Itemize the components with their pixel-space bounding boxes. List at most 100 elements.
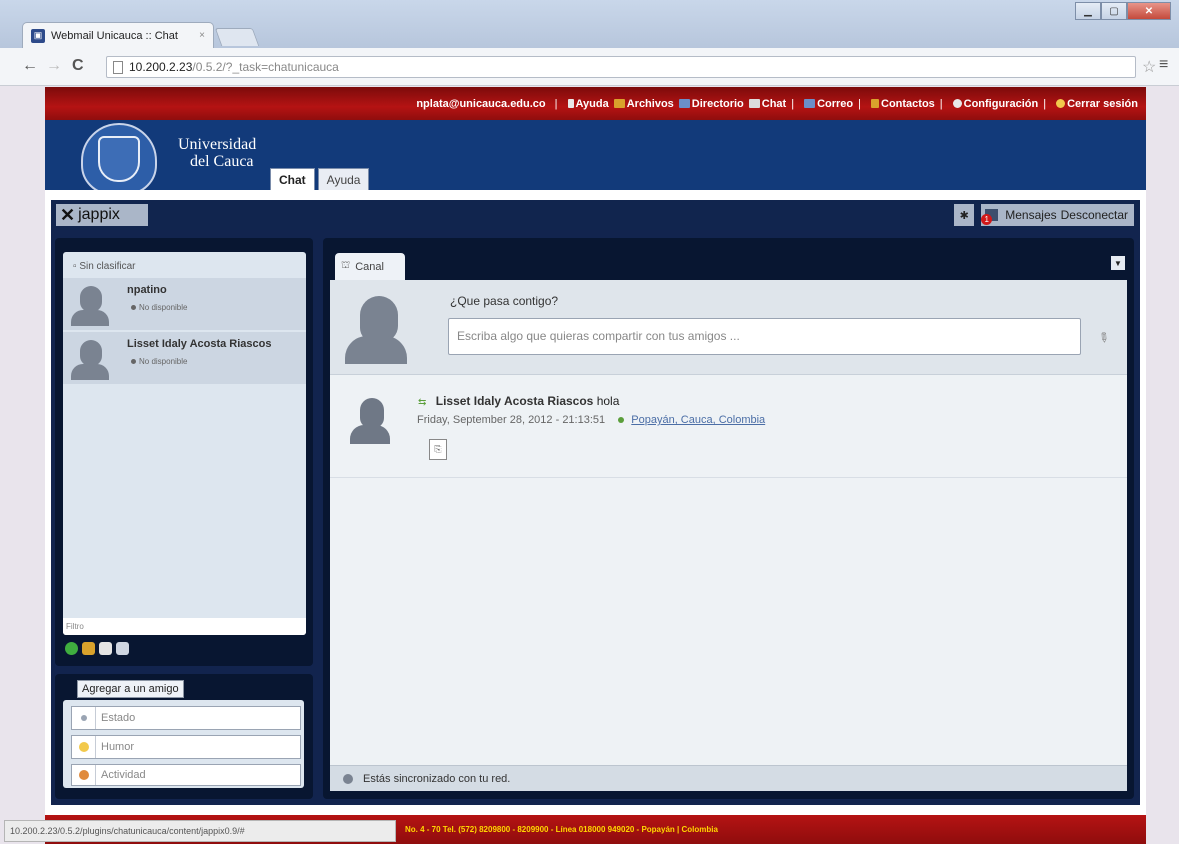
buddy-name: Lisset Idaly Acosta Riascos [127,338,272,350]
minimize-icon[interactable]: ▁ [1075,2,1101,20]
bookmark-star-icon[interactable]: ☆ [1142,57,1156,77]
tab-chat[interactable]: Chat [270,168,315,190]
presence-panel: Estado Humor Actividad Agregar a un amig… [55,674,313,799]
jappix-logo: ✕ jappix [56,204,148,226]
tab-close-icon[interactable]: × [199,30,205,41]
tag-icon[interactable] [116,642,129,655]
address-bar[interactable]: 10.200.2.23/0.5.2/?_task=chatunicauca [106,56,1136,78]
avatar [350,398,390,444]
buddy-item[interactable]: Lisset Idaly Acosta Riascos No disponibl… [63,332,306,384]
browser-status-url: 10.200.2.23/0.5.2/plugins/chatunicauca/c… [4,820,396,842]
messages-button[interactable]: Mensajes [1005,208,1056,222]
status-dot-icon [131,305,136,310]
channel-icon: ⛫ [341,260,351,271]
jappix-x-icon: ✕ [60,204,76,225]
browser-tab[interactable]: ▣ Webmail Unicauca :: Chat × [22,22,214,48]
compose-question: ¿Que pasa contigo? [450,294,559,308]
buddy-status: No disponible [131,303,187,312]
top-menu-bar: nplata@unicauca.edu.co | Ayuda Archivos … [45,87,1146,120]
mail-icon [804,99,816,108]
close-window-icon[interactable]: ✕ [1127,2,1171,20]
header-divider [45,190,1146,200]
roster-group-label[interactable]: ▫ Sin clasificar [73,261,135,272]
tab-canal[interactable]: ⛫ Canal [335,253,405,280]
roster-actions [65,642,133,655]
compose-area: ¿Que pasa contigo? Escriba algo que quie… [330,280,1127,375]
presence-fields: Estado Humor Actividad [63,700,304,788]
location-icon [618,417,625,423]
menu-chat[interactable]: Chat [762,98,786,110]
add-friend-tooltip: Agregar a un amigo [77,680,184,698]
jappix-actions: 1 Mensajes Desconectar [981,204,1134,226]
page-icon [113,60,123,74]
disconnect-button[interactable]: Desconectar [1061,208,1128,222]
post-location-link[interactable]: Popayán, Cauca, Colombia [631,414,765,426]
new-tab-button[interactable] [214,28,260,46]
compose-input[interactable]: Escriba algo que quieras compartir con t… [448,318,1081,355]
channel-panel: ⛫ Canal ▼ ¿Que pasa contigo? Escriba alg… [323,238,1134,799]
favicon-icon: ▣ [31,28,45,43]
header-tabs: Chat Ayuda [270,168,372,190]
webmail-page: nplata@unicauca.edu.co | Ayuda Archivos … [45,87,1146,805]
menu-cerrar-sesion[interactable]: Cerrar sesión [1067,98,1138,110]
unread-badge: 1 [981,214,993,225]
mood-field[interactable]: Humor [71,735,301,759]
back-arrow-icon[interactable]: ← [22,57,38,75]
add-friend-icon[interactable] [82,642,95,655]
directory-icon [678,99,690,108]
university-name-line2: del Cauca [190,153,254,170]
url-path: /0.5.2/?_task=chatunicauca [192,60,339,74]
reload-icon[interactable]: C [72,57,84,75]
attach-paperclip-icon[interactable]: ✎ [1094,328,1113,347]
buddy-status: No disponible [131,357,187,366]
browser-menu-icon[interactable]: ≡ [1159,56,1168,74]
presence-icon[interactable] [65,642,78,655]
join-chat-icon[interactable] [99,642,112,655]
menu-correo[interactable]: Correo [817,98,853,110]
smiley-icon [78,742,89,752]
post-author[interactable]: Lisset Idaly Acosta Riascos [436,394,594,408]
jappix-toolbar: ✕ jappix ✱ 1 Mensajes Desconectar [51,200,1140,230]
channel-content: ¿Que pasa contigo? Escriba algo que quie… [330,280,1127,791]
activity-field[interactable]: Actividad [71,764,301,786]
status-bullet-icon [80,715,87,721]
tab-ayuda[interactable]: Ayuda [317,168,370,190]
maximize-icon[interactable]: ▢ [1101,2,1127,20]
buddy-item[interactable]: npatino No disponible [63,278,306,330]
attachment-file-icon[interactable]: ⎘ [429,439,447,460]
avatar [71,340,109,380]
roster-filter-input[interactable]: Filtro [63,618,306,635]
gear-icon [952,99,962,108]
menu-contactos[interactable]: Contactos [881,98,935,110]
menu-configuracion[interactable]: Configuración [964,98,1039,110]
post-text: hola [596,394,620,408]
menu-ayuda[interactable]: Ayuda [576,98,609,110]
roster-panel: ▫ Sin clasificar npatino No disponible L… [55,238,313,666]
site-header: Universidad del Cauca Chat Ayuda [45,120,1146,195]
forward-arrow-icon[interactable]: → [46,57,62,75]
channel-post: ⇆ Lisset Idaly Acosta Riascos hola Frida… [330,376,1127,478]
buddy-list: ▫ Sin clasificar npatino No disponible L… [63,252,306,635]
options-star-icon[interactable]: ✱ [954,204,975,226]
browser-toolbar: ← → C 10.200.2.23/0.5.2/?_task=chatunica… [0,48,1179,86]
university-name-line1: Universidad [178,136,257,153]
post-meta: Friday, September 28, 2012 - 21:13:51 Po… [417,414,765,426]
folder-icon [613,99,625,108]
contacts-icon [871,99,879,108]
status-field[interactable]: Estado [71,706,301,730]
url-host: 10.200.2.23 [129,60,193,74]
menu-archivos[interactable]: Archivos [627,98,674,110]
channel-menu-icon[interactable]: ▼ [1111,256,1125,270]
tab-title: Webmail Unicauca :: Chat [51,29,178,42]
post-date: Friday, September 28, 2012 - 21:13:51 [417,414,606,426]
help-icon [567,99,574,108]
status-dot-icon [131,359,136,364]
post-title: ⇆ Lisset Idaly Acosta Riascos hola [418,394,619,408]
menu-directorio[interactable]: Directorio [692,98,744,110]
footer-divider [45,805,1146,815]
logout-icon [1056,99,1066,108]
post-type-icon: ⇆ [418,397,427,408]
university-shield-logo [81,123,157,195]
sync-status-text: Estás sincronizado con tu red. [363,772,511,785]
sync-icon [343,773,353,784]
